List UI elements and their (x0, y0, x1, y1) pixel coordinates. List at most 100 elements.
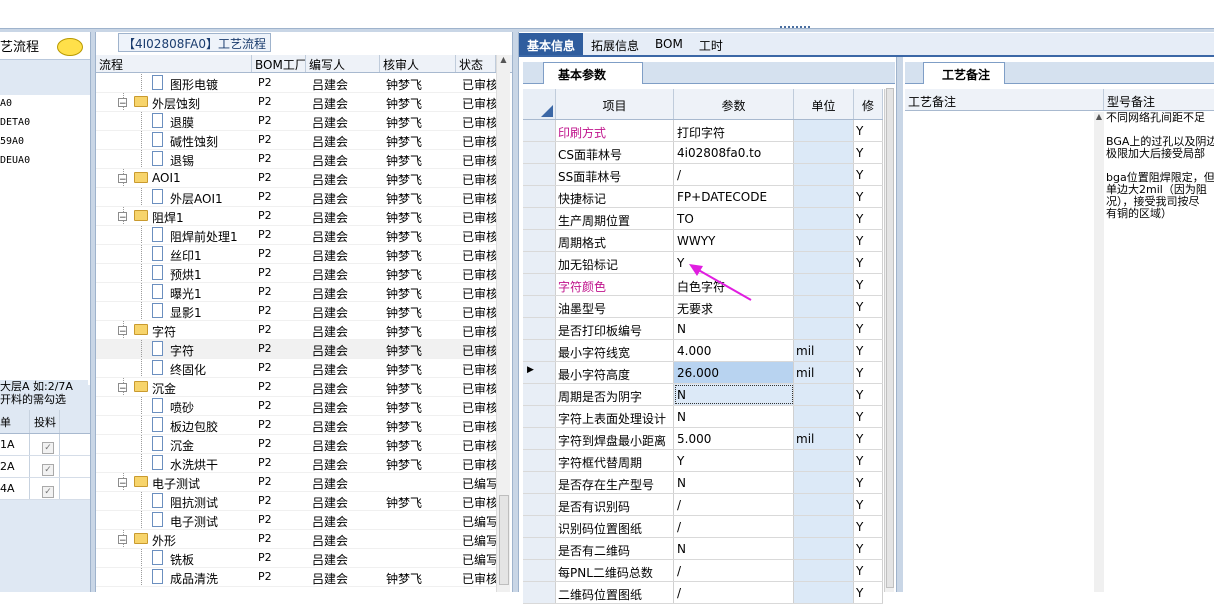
process-row[interactable]: 终固化 P2 吕建会 钟梦飞 已审核 (96, 359, 496, 378)
param-value[interactable]: 打印字符 (674, 120, 794, 141)
param-grid-scrollbar[interactable] (884, 88, 894, 592)
right-splitter[interactable] (896, 57, 903, 592)
process-tree-scrollbar[interactable]: ▲ (496, 55, 510, 592)
process-row[interactable]: 板边包胶 P2 吕建会 钟梦飞 已审核 (96, 416, 496, 435)
process-row[interactable]: 字符 P2 吕建会 钟梦飞 已审核 (96, 340, 496, 359)
param-value[interactable]: / (674, 560, 794, 581)
row-selector[interactable] (523, 142, 556, 163)
comment-bubble-icon[interactable] (57, 38, 83, 56)
row-selector[interactable] (523, 516, 556, 537)
param-row[interactable]: 最小字符线宽 4.000 mil Y (523, 340, 883, 362)
row-selector[interactable] (523, 164, 556, 185)
row-selector[interactable] (523, 384, 556, 405)
process-row[interactable]: 电子测试 P2 吕建会 已编写 (96, 511, 496, 530)
param-value[interactable]: 4.000 (674, 340, 794, 361)
feed-checkbox[interactable]: ✓ (42, 486, 54, 498)
param-value[interactable]: FP+DATECODE (674, 186, 794, 207)
process-row[interactable]: 水洗烘干 P2 吕建会 钟梦飞 已审核 (96, 454, 496, 473)
row-selector[interactable] (523, 428, 556, 449)
param-value[interactable]: 5.000 (674, 428, 794, 449)
row-selector[interactable] (523, 274, 556, 295)
row-selector[interactable] (523, 538, 556, 559)
param-value[interactable]: / (674, 494, 794, 515)
param-value[interactable]: / (674, 582, 794, 603)
row-selector[interactable] (523, 252, 556, 273)
row-selector[interactable] (523, 120, 556, 141)
order-list-item[interactable]: 59A0 (0, 133, 90, 152)
param-row[interactable]: 字符上表面处理设计 N Y (523, 406, 883, 428)
param-row[interactable]: 是否有二维码 N Y (523, 538, 883, 560)
param-col-unit[interactable]: 单位 (794, 89, 854, 119)
param-row[interactable]: 是否打印板编号 N Y (523, 318, 883, 340)
feed-grid-row[interactable]: 1A ✓ (0, 434, 90, 456)
process-row[interactable]: − 外层蚀刻 P2 吕建会 钟梦飞 已审核 (96, 93, 496, 112)
param-row[interactable]: 字符到焊盘最小距离 5.000 mil Y (523, 428, 883, 450)
param-row[interactable]: 每PNL二维码总数 / Y (523, 560, 883, 582)
collapse-icon[interactable]: − (118, 535, 127, 544)
process-row[interactable]: 碱性蚀刻 P2 吕建会 钟梦飞 已审核 (96, 131, 496, 150)
process-notes-textarea[interactable] (905, 112, 1095, 592)
param-value[interactable]: TO (674, 208, 794, 229)
process-row[interactable]: − 电子测试 P2 吕建会 已编写 (96, 473, 496, 492)
param-value[interactable]: 26.000 (674, 362, 794, 383)
process-row[interactable]: 喷砂 P2 吕建会 钟梦飞 已审核 (96, 397, 496, 416)
scroll-thumb[interactable] (499, 495, 509, 585)
process-row[interactable]: 图形电镀 P2 吕建会 钟梦飞 已审核 (96, 74, 496, 93)
col-process[interactable]: 流程 (96, 55, 252, 72)
row-selector[interactable] (523, 318, 556, 339)
param-col-flag[interactable]: 修 (854, 89, 883, 119)
order-list-item[interactable]: DEUA0 (0, 152, 90, 171)
process-row[interactable]: 沉金 P2 吕建会 钟梦飞 已审核 (96, 435, 496, 454)
order-list-item[interactable]: DETA0 (0, 114, 90, 133)
param-row[interactable]: 快捷标记 FP+DATECODE Y (523, 186, 883, 208)
tab-3[interactable]: 工时 (691, 33, 731, 55)
collapse-icon[interactable]: − (118, 98, 127, 107)
param-row[interactable]: ▶ 最小字符高度 26.000 mil Y (523, 362, 883, 384)
tab-1[interactable]: 拓展信息 (583, 33, 647, 55)
row-selector[interactable]: ▶ (523, 362, 556, 383)
param-row[interactable]: 是否存在生产型号 N Y (523, 472, 883, 494)
process-row[interactable]: 曝光1 P2 吕建会 钟梦飞 已审核 (96, 283, 496, 302)
process-row[interactable]: 退锡 P2 吕建会 钟梦飞 已审核 (96, 150, 496, 169)
row-selector[interactable] (523, 406, 556, 427)
row-selector[interactable] (523, 340, 556, 361)
collapse-icon[interactable]: − (118, 326, 127, 335)
collapse-icon[interactable]: − (118, 383, 127, 392)
row-selector[interactable] (523, 472, 556, 493)
tab-basic-params[interactable]: 基本参数 (543, 62, 643, 84)
row-selector[interactable] (523, 560, 556, 581)
feed-grid-row[interactable]: 2A ✓ (0, 456, 90, 478)
feed-checkbox[interactable]: ✓ (42, 464, 54, 476)
param-value[interactable]: N (674, 406, 794, 427)
param-row[interactable]: 字符框代替周期 Y Y (523, 450, 883, 472)
process-row[interactable]: 显影1 P2 吕建会 钟梦飞 已审核 (96, 302, 496, 321)
feed-checkbox[interactable]: ✓ (42, 442, 54, 454)
row-selector[interactable] (523, 450, 556, 471)
row-selector[interactable] (523, 208, 556, 229)
param-row[interactable]: SS面菲林号 / Y (523, 164, 883, 186)
row-selector[interactable] (523, 494, 556, 515)
scroll-up-icon[interactable]: ▲ (497, 55, 510, 69)
collapse-icon[interactable]: − (118, 478, 127, 487)
notes-scrollbar[interactable]: ▲ (1094, 112, 1104, 592)
order-list-item[interactable]: A0 (0, 95, 90, 114)
param-value[interactable]: N (674, 472, 794, 493)
param-row[interactable]: 二维码位置图纸 / Y (523, 582, 883, 604)
row-selector[interactable] (523, 296, 556, 317)
feed-grid-row[interactable]: 4A ✓ (0, 478, 90, 500)
param-row[interactable]: 印刷方式 打印字符 Y (523, 120, 883, 142)
model-notes-textarea[interactable]: 不同网络孔间距不足 BGA上的过孔以及阴边 极限加大后接受局部 bga位置阻焊限定，但… (1104, 112, 1214, 592)
process-row[interactable]: 阻焊前处理1 P2 吕建会 钟梦飞 已审核 (96, 226, 496, 245)
row-selector[interactable] (523, 582, 556, 603)
row-selector[interactable] (523, 186, 556, 207)
col-writer[interactable]: 编写人 (306, 55, 380, 72)
param-col-value[interactable]: 参数 (674, 89, 794, 119)
param-row[interactable]: 周期格式 WWYY Y (523, 230, 883, 252)
process-row[interactable]: 外层AOI1 P2 吕建会 钟梦飞 已审核 (96, 188, 496, 207)
param-value[interactable]: N (674, 538, 794, 559)
param-row[interactable]: 识别码位置图纸 / Y (523, 516, 883, 538)
splitter-grip-icon[interactable] (780, 26, 810, 32)
param-row[interactable]: 周期是否为阴字 N Y (523, 384, 883, 406)
middle-splitter[interactable] (512, 32, 519, 592)
tab-2[interactable]: BOM (647, 33, 691, 55)
